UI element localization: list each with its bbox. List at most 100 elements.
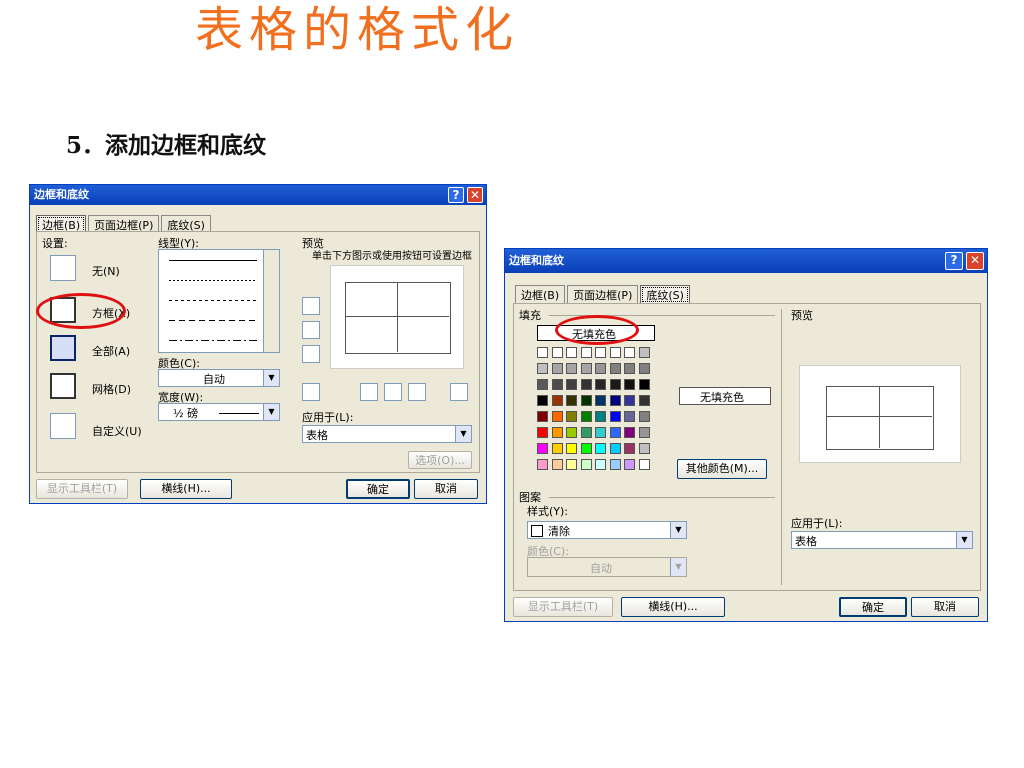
chevron-down-icon[interactable]: ▼ bbox=[956, 532, 972, 548]
color-swatch[interactable] bbox=[624, 379, 635, 390]
ok-button[interactable]: 确定 bbox=[346, 479, 410, 499]
help-icon[interactable]: ? bbox=[945, 252, 963, 270]
apply-to-select[interactable]: 表格 ▼ bbox=[302, 425, 472, 443]
color-swatch[interactable] bbox=[624, 347, 635, 358]
color-swatch[interactable] bbox=[580, 443, 592, 454]
color-swatch[interactable] bbox=[624, 363, 635, 374]
color-swatch[interactable] bbox=[624, 427, 635, 438]
color-swatch[interactable] bbox=[638, 411, 650, 422]
cancel-button[interactable]: 取消 bbox=[414, 479, 478, 499]
color-swatch[interactable] bbox=[638, 395, 650, 406]
color-swatch[interactable] bbox=[537, 395, 548, 406]
color-swatch[interactable] bbox=[551, 427, 563, 438]
color-swatch[interactable] bbox=[580, 347, 592, 358]
color-swatch[interactable] bbox=[609, 411, 621, 422]
color-swatch[interactable] bbox=[595, 379, 606, 390]
border-middle-button[interactable] bbox=[302, 321, 320, 339]
setting-all-icon[interactable] bbox=[50, 335, 76, 361]
color-swatch[interactable] bbox=[566, 395, 577, 406]
border-top-button[interactable] bbox=[302, 297, 320, 315]
color-swatch[interactable] bbox=[624, 459, 635, 470]
color-swatch[interactable] bbox=[609, 395, 621, 406]
color-swatch[interactable] bbox=[537, 411, 548, 422]
color-swatch[interactable] bbox=[537, 347, 548, 358]
color-swatch[interactable] bbox=[566, 427, 577, 438]
scrollbar[interactable] bbox=[263, 250, 279, 352]
color-swatch[interactable] bbox=[566, 443, 577, 454]
preview-area[interactable] bbox=[330, 265, 464, 369]
color-swatch[interactable] bbox=[624, 443, 635, 454]
border-diag-up-button[interactable] bbox=[302, 383, 320, 401]
color-swatch[interactable] bbox=[566, 411, 577, 422]
close-icon[interactable]: ✕ bbox=[966, 252, 984, 270]
show-toolbar-button[interactable]: 显示工具栏(T) bbox=[513, 597, 613, 617]
color-swatch[interactable] bbox=[551, 363, 563, 374]
color-swatch[interactable] bbox=[580, 459, 592, 470]
color-select[interactable]: 自动 ▼ bbox=[158, 369, 280, 387]
color-swatch[interactable] bbox=[595, 427, 606, 438]
color-swatch[interactable] bbox=[609, 363, 621, 374]
border-bottom-button[interactable] bbox=[302, 345, 320, 363]
setting-custom-icon[interactable] bbox=[50, 413, 76, 439]
apply-to-select[interactable]: 表格 ▼ bbox=[791, 531, 973, 549]
color-swatch[interactable] bbox=[537, 459, 548, 470]
close-icon[interactable]: ✕ bbox=[467, 187, 483, 203]
horizontal-line-button[interactable]: 横线(H)... bbox=[140, 479, 232, 499]
color-swatch[interactable] bbox=[595, 347, 606, 358]
chevron-down-icon[interactable]: ▼ bbox=[263, 404, 279, 420]
setting-none-icon[interactable] bbox=[50, 255, 76, 281]
color-swatch[interactable] bbox=[595, 459, 606, 470]
setting-all-label[interactable]: 全部(A) bbox=[92, 343, 130, 359]
color-swatch[interactable] bbox=[551, 459, 563, 470]
border-left-button[interactable] bbox=[360, 383, 378, 401]
color-swatch[interactable] bbox=[537, 427, 548, 438]
color-swatch[interactable] bbox=[638, 459, 650, 470]
setting-grid-label[interactable]: 网格(D) bbox=[92, 381, 131, 397]
color-swatch[interactable] bbox=[580, 395, 592, 406]
color-swatch[interactable] bbox=[638, 363, 650, 374]
color-swatch[interactable] bbox=[566, 459, 577, 470]
color-swatch[interactable] bbox=[609, 427, 621, 438]
preview-area[interactable] bbox=[799, 365, 961, 463]
setting-none-label[interactable]: 无(N) bbox=[92, 263, 120, 279]
color-swatch[interactable] bbox=[595, 443, 606, 454]
color-swatch[interactable] bbox=[551, 443, 563, 454]
pattern-style-select[interactable]: 清除 ▼ bbox=[527, 521, 687, 539]
width-select[interactable]: ½ 磅 ▼ bbox=[158, 403, 280, 421]
color-swatch[interactable] bbox=[580, 411, 592, 422]
border-right-button[interactable] bbox=[408, 383, 426, 401]
horizontal-line-button[interactable]: 横线(H)... bbox=[621, 597, 725, 617]
border-diag-down-button[interactable] bbox=[450, 383, 468, 401]
help-icon[interactable]: ? bbox=[448, 187, 464, 203]
ok-button[interactable]: 确定 bbox=[839, 597, 907, 617]
color-swatch[interactable] bbox=[595, 395, 606, 406]
color-swatch[interactable] bbox=[609, 347, 621, 358]
color-swatch[interactable] bbox=[566, 379, 577, 390]
options-button[interactable]: 选项(O)... bbox=[408, 451, 472, 469]
color-swatch[interactable] bbox=[638, 347, 650, 358]
chevron-down-icon[interactable]: ▼ bbox=[263, 370, 279, 386]
color-swatch[interactable] bbox=[638, 427, 650, 438]
color-swatch[interactable] bbox=[638, 443, 650, 454]
color-swatch[interactable] bbox=[537, 443, 548, 454]
cancel-button[interactable]: 取消 bbox=[911, 597, 979, 617]
color-swatch[interactable] bbox=[580, 363, 592, 374]
tab-page-border[interactable]: 页面边框(P) bbox=[567, 285, 639, 304]
color-swatch[interactable] bbox=[595, 411, 606, 422]
color-swatch[interactable] bbox=[537, 363, 548, 374]
color-swatch[interactable] bbox=[566, 363, 577, 374]
color-swatch[interactable] bbox=[595, 363, 606, 374]
setting-grid-icon[interactable] bbox=[50, 373, 76, 399]
show-toolbar-button[interactable]: 显示工具栏(T) bbox=[36, 479, 128, 499]
chevron-down-icon[interactable]: ▼ bbox=[455, 426, 471, 442]
chevron-down-icon[interactable]: ▼ bbox=[670, 558, 686, 576]
border-center-button[interactable] bbox=[384, 383, 402, 401]
chevron-down-icon[interactable]: ▼ bbox=[670, 522, 686, 538]
setting-custom-label[interactable]: 自定义(U) bbox=[92, 423, 142, 439]
line-style-list[interactable] bbox=[158, 249, 280, 353]
color-swatch[interactable] bbox=[609, 459, 621, 470]
color-swatch[interactable] bbox=[551, 379, 563, 390]
color-swatch[interactable] bbox=[551, 411, 563, 422]
color-swatch[interactable] bbox=[551, 395, 563, 406]
color-swatch[interactable] bbox=[638, 379, 650, 390]
